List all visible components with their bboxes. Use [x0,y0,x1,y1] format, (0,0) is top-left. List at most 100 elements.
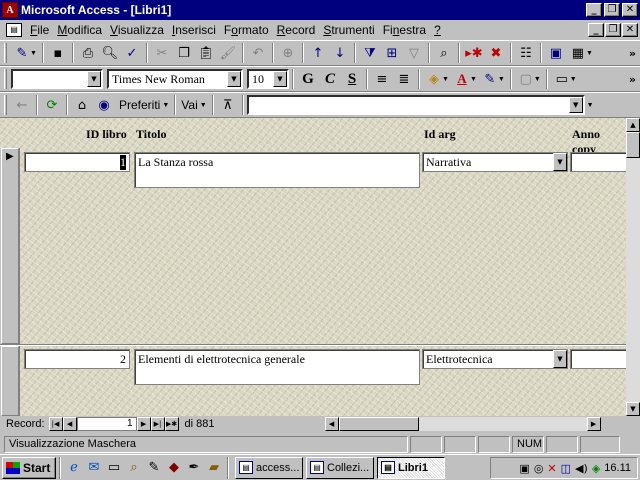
chevron-down-icon[interactable]: ▼ [273,71,287,87]
properties-icon[interactable]: ☷ [515,42,537,64]
cut-icon[interactable]: ✂ [151,42,173,64]
home-icon[interactable]: ⌂ [71,94,93,116]
format-painter-icon[interactable]: 🖌︎ [217,42,239,64]
show-only-web-toolbar-icon[interactable]: ⊼ [217,94,239,116]
doc-minimize-button[interactable]: _ [588,23,604,37]
apply-filter-icon[interactable]: ▽ [403,42,425,64]
font-size-combo[interactable]: 10 ▼ [247,69,289,89]
id-arg-combo-1[interactable]: Narrativa ▼ [422,152,568,172]
find-icon[interactable]: ⌕ [433,42,455,64]
sort-ascending-icon[interactable]: ↑ [307,42,329,64]
vertical-scroll-thumb[interactable] [626,132,640,158]
paste-icon[interactable]: 📋︎ [195,42,217,64]
folder-icon[interactable]: ▰ [204,457,224,479]
toolbar-more-icon[interactable]: » [629,73,636,86]
notepad-icon[interactable]: ✎ [144,457,164,479]
chevron-down-icon[interactable]: ▼ [553,350,567,368]
hyperlink-icon[interactable]: ⊕ [277,42,299,64]
disconnected-icon[interactable]: ✕ [547,462,556,475]
line-color-dropdown-arrow[interactable]: ▼ [498,76,505,83]
last-record-icon[interactable]: ▶| [150,417,165,431]
id-libro-field-2[interactable]: 2 [24,349,130,369]
chevron-down-icon[interactable]: ▼ [568,97,583,113]
view-dropdown-arrow[interactable]: ▼ [30,50,37,57]
database-window-icon[interactable]: ▣ [545,42,567,64]
align-left-icon[interactable]: ≡ [371,68,393,90]
taskbar-task-button[interactable]: ▤ Collezi... [306,456,374,479]
current-record-input[interactable]: 1 [76,417,137,431]
go-menu[interactable]: Vai [181,98,197,112]
print-icon[interactable]: ⎙ [77,42,99,64]
previous-record-icon[interactable]: ◀ [62,417,77,431]
horizontal-scrollbar[interactable]: ◀ ▶ [324,417,601,431]
italic-button[interactable]: C [319,71,341,88]
menu-item[interactable]: Strumenti [319,23,378,37]
next-record-icon[interactable]: ▶ [136,417,151,431]
document-icon[interactable]: ▤ [6,23,22,37]
doc-restore-button[interactable]: ❐ [605,23,621,37]
new-object-dropdown-arrow[interactable]: ▼ [586,50,593,57]
menu-item[interactable]: Formato [220,23,273,37]
first-record-icon[interactable]: |◀ [48,417,63,431]
special-effect-dropdown-arrow[interactable]: ▼ [570,76,577,83]
anno-copy-field-1[interactable] [570,152,626,172]
save-icon[interactable]: ▪ [47,42,69,64]
minimize-button[interactable]: _ [586,3,602,17]
copy-icon[interactable]: ❐ [173,42,195,64]
titolo-field-2[interactable]: Elementi di elettrotecnica generale [134,349,420,385]
delete-record-icon[interactable]: ✖ [485,42,507,64]
address-combo[interactable]: ▼ [246,95,585,115]
scroll-right-icon[interactable]: ▶ [586,417,601,431]
record-selector-current[interactable]: ▶ [1,148,19,344]
menu-item[interactable]: Modifica [53,23,106,37]
antivirus-icon[interactable]: ◎ [534,462,544,475]
id-arg-combo-2[interactable]: Elettrotecnica ▼ [422,349,568,369]
menu-item[interactable]: File [26,23,53,37]
favorites-menu[interactable]: Preferiti [119,98,160,112]
menu-item[interactable]: Finestra [379,23,430,37]
refresh-icon[interactable]: ⟳ [41,94,63,116]
access-app-icon[interactable]: A [2,2,18,18]
font-name-combo[interactable]: Times New Roman ▼ [107,69,243,89]
horizontal-scroll-thumb[interactable] [338,417,419,431]
scroll-down-icon[interactable]: ▼ [626,402,640,416]
print-preview-icon[interactable]: 🔍︎ [99,42,121,64]
taskbar-task-button[interactable]: ▤ access... [235,456,303,479]
search-icon[interactable]: ⌕ [124,457,144,479]
restore-button[interactable]: ❐ [604,3,620,17]
fill-color-dropdown-arrow[interactable]: ▼ [442,76,449,83]
vertical-scrollbar[interactable]: ▲ ▼ [626,118,640,416]
menu-item[interactable]: Inserisci [168,23,220,37]
record-selector[interactable] [1,346,19,416]
toolbar-more-icon[interactable]: » [629,47,636,60]
clock[interactable]: 16.11 [604,462,631,474]
menu-item[interactable]: Visualizza [106,23,168,37]
object-combo[interactable]: ▼ [11,69,103,89]
toolbar-grip[interactable] [4,43,7,63]
filter-by-selection-icon[interactable]: ⧩ [359,42,381,64]
search-web-icon[interactable]: ◉ [93,94,115,116]
application-icon[interactable]: ◆ [164,457,184,479]
new-record-nav-icon[interactable]: ▶✱ [164,417,179,431]
internet-explorer-icon[interactable]: ℯ [64,457,84,479]
scheduler-icon[interactable]: ◫ [561,462,571,475]
new-record-icon[interactable]: ▸✱ [463,42,485,64]
bold-button[interactable]: G [297,71,319,88]
font-color-dropdown-arrow[interactable]: ▼ [470,76,477,83]
id-libro-field-1[interactable]: 1 [24,152,130,172]
underline-button[interactable]: S [341,71,363,88]
anno-copy-field-2[interactable] [570,349,626,369]
show-desktop-icon[interactable]: ▭ [104,457,124,479]
scroll-up-icon[interactable]: ▲ [626,118,640,132]
go-dropdown-arrow[interactable]: ▼ [200,102,207,109]
doc-close-button[interactable]: ✕ [622,23,638,37]
menu-item[interactable]: ? [430,23,445,37]
sort-descending-icon[interactable]: ↓ [329,42,351,64]
chevron-down-icon[interactable]: ▼ [553,153,567,171]
taskbar-task-button[interactable]: ▤ Libri1 [377,456,445,479]
filter-by-form-icon[interactable]: ⊞ [381,42,403,64]
outlook-express-icon[interactable]: ✉ [84,457,104,479]
start-button[interactable]: Start [2,456,56,479]
back-arrow-icon[interactable]: ← [11,94,33,116]
web-toolbar-options-arrow[interactable]: ▼ [587,102,594,109]
